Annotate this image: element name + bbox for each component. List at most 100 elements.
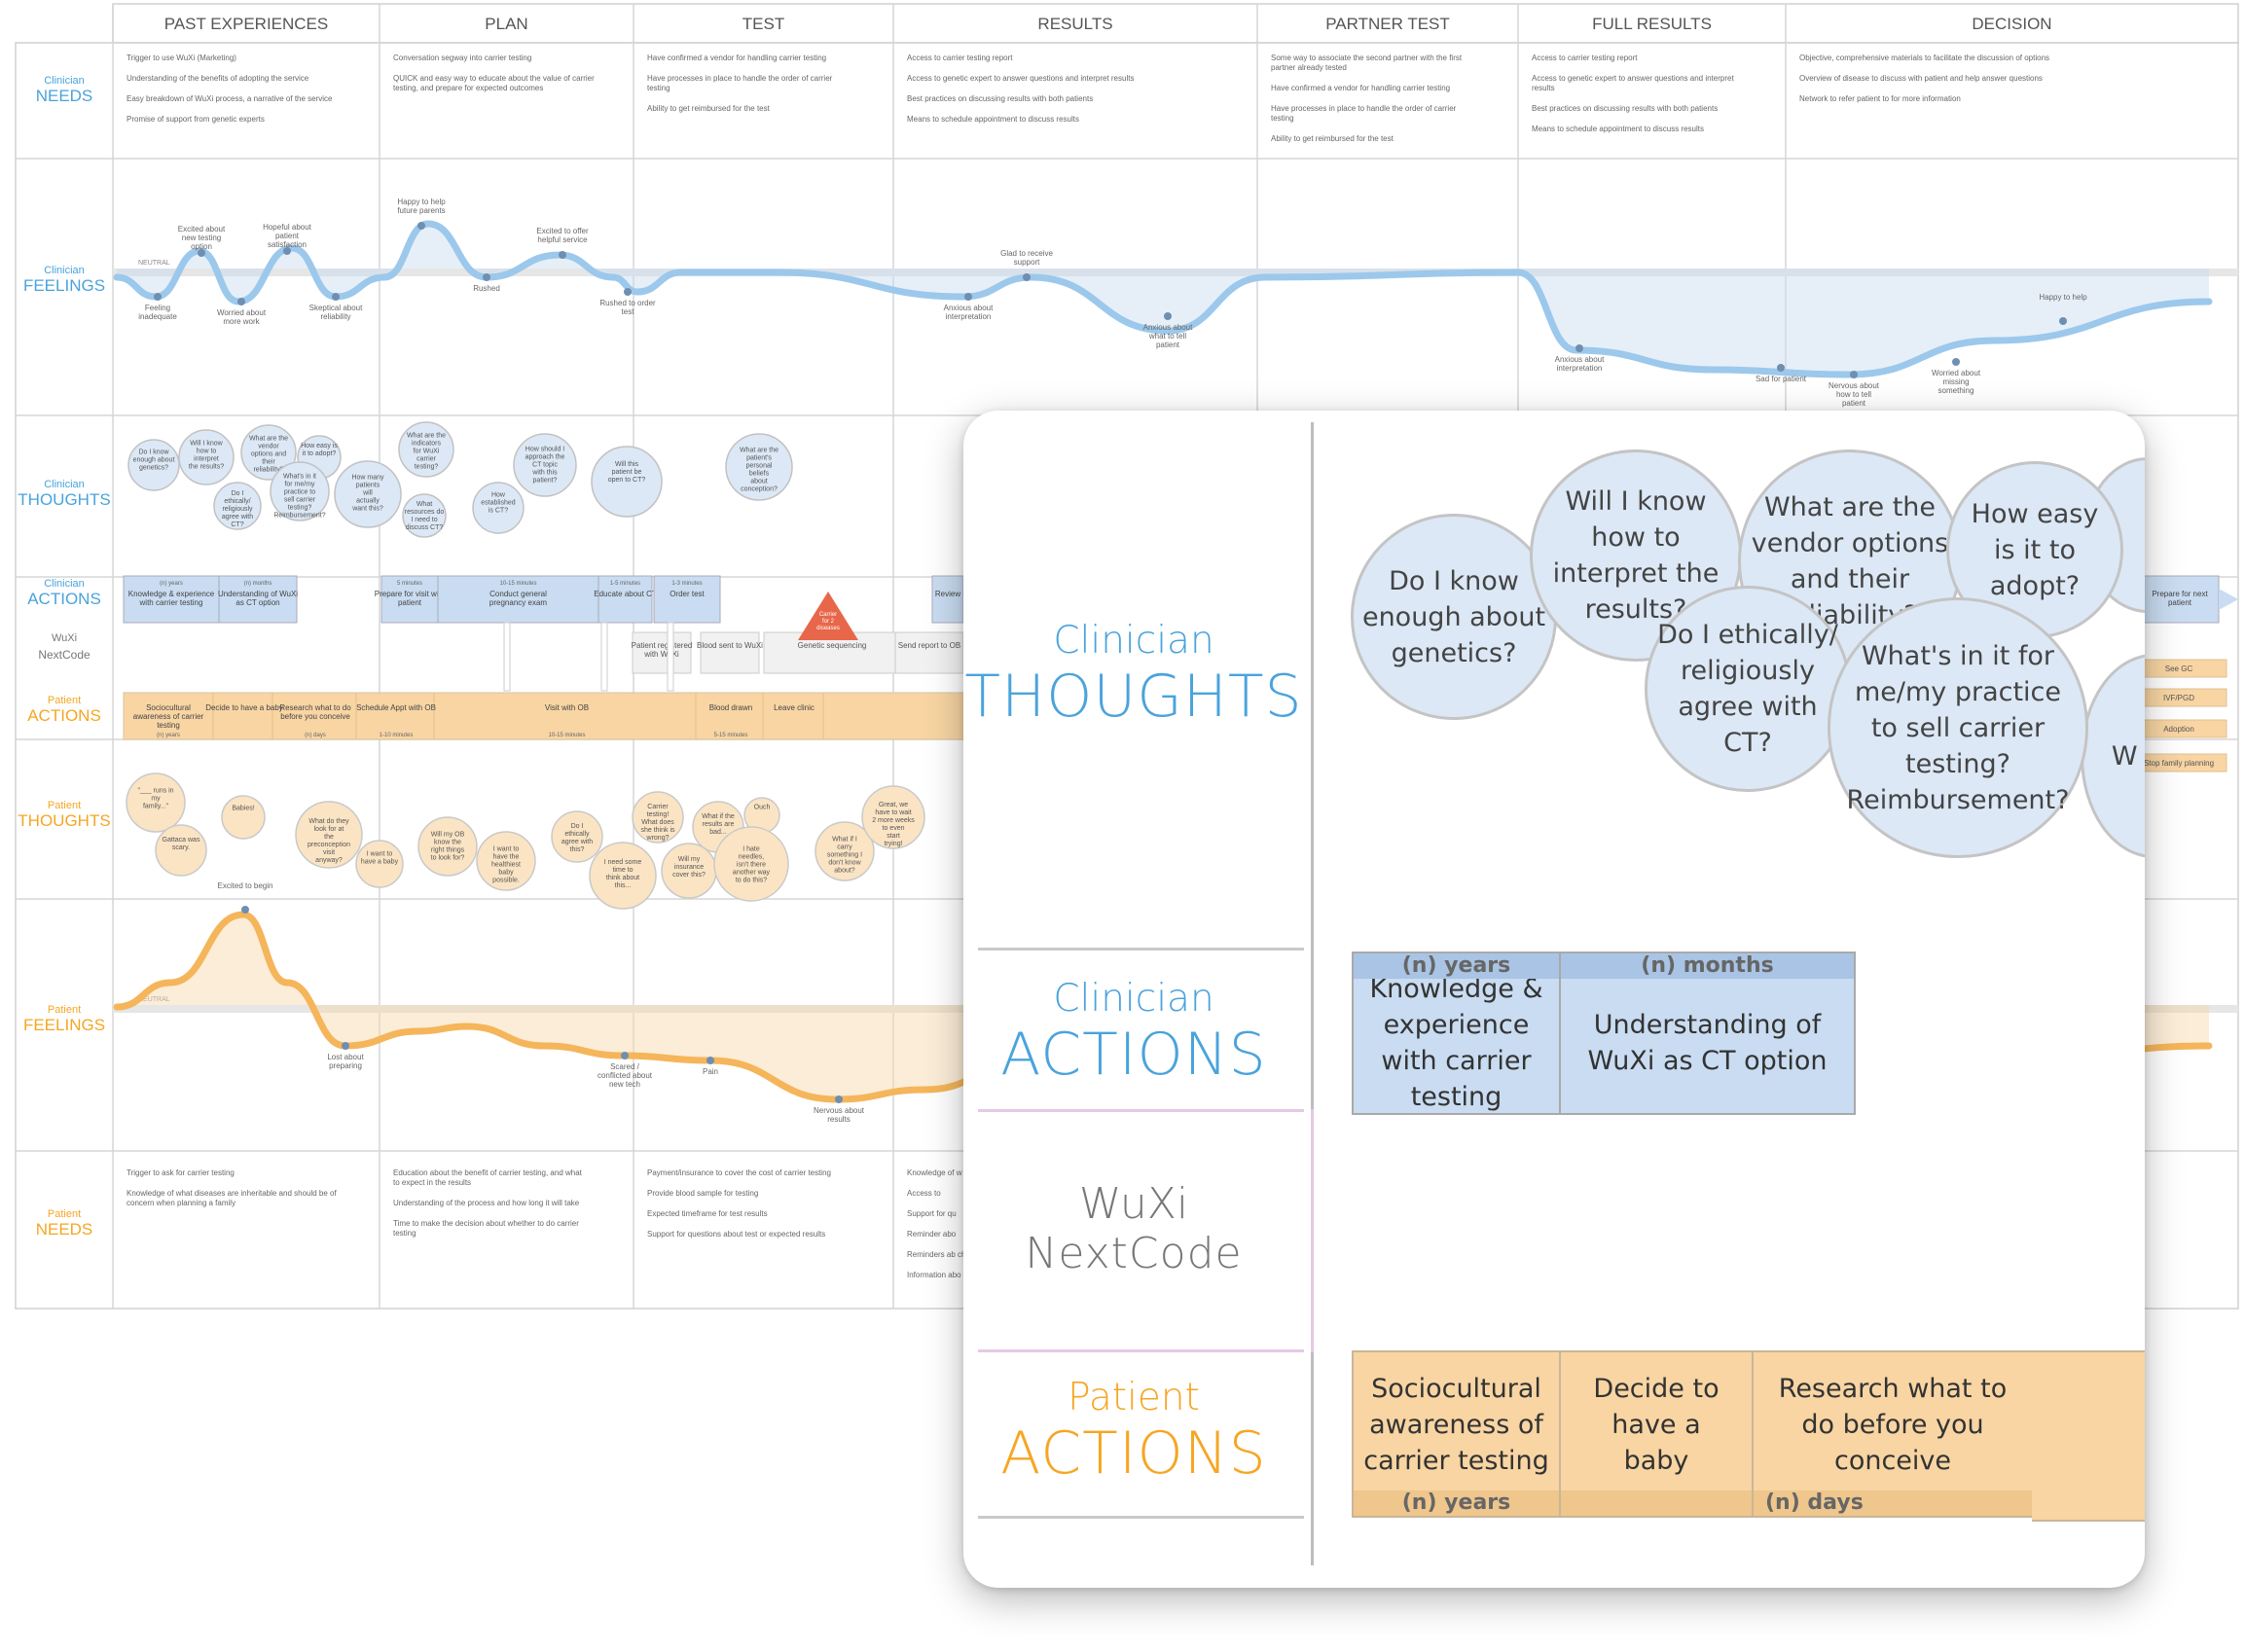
label-line: I hate — [742, 846, 760, 853]
row-label-big: FEELINGS — [23, 1016, 105, 1034]
label-line: before you conceive — [280, 712, 350, 721]
feeling-point — [1164, 312, 1172, 320]
label-line: enough about — [133, 456, 175, 463]
label-line: future parents — [397, 206, 445, 215]
mini-action-text: Educate about CT — [594, 590, 657, 598]
mini-action-text: Knowledge & experience with carrier testi… — [128, 590, 215, 607]
label-line: pregnancy exam — [489, 598, 547, 607]
label-line: Carrier — [819, 612, 837, 618]
label-line: Understanding of the process and how lon… — [393, 1199, 580, 1207]
need-item: Provide blood sample for testing — [647, 1189, 758, 1198]
neutral-label: NEUTRAL — [138, 260, 170, 267]
label-line: support — [1014, 258, 1040, 267]
label-line: resources do — [405, 509, 445, 516]
label-line: partner already tested — [1271, 63, 1347, 72]
label-line: 2 more weeks — [872, 817, 915, 824]
label-line: possible. — [492, 878, 520, 884]
duration-tag: (n) days — [1754, 1490, 2032, 1516]
label-line: Leave clinic — [774, 703, 815, 712]
feeling-point — [706, 1057, 714, 1064]
label-line: Objective, comprehensive materials to fa… — [1799, 54, 2049, 62]
row-divider — [978, 948, 1304, 951]
label-line: inadequate — [138, 312, 177, 321]
label-line: Have confirmed a vendor for handling car… — [647, 54, 826, 62]
label-line: practice to — [284, 489, 315, 496]
label-line: Knowledge of w — [907, 1168, 962, 1177]
mini-action-tag: 1-10 minutes — [380, 733, 414, 738]
label-line: Anxious about — [1555, 355, 1605, 364]
row-label-big: NextCode — [38, 648, 91, 662]
label-line: options and — [251, 450, 286, 457]
label-line: Order test — [670, 590, 705, 598]
label-line: Promise of support from genetic experts — [127, 115, 265, 124]
action-label: Understanding of WuXi as CT option — [1587, 1010, 1828, 1076]
row-label-small: Clinician — [44, 265, 85, 276]
action-label: Knowledge & experience with carrier test… — [1369, 974, 1543, 1112]
label-line: interpretation — [946, 312, 992, 321]
label-line: open to CT? — [608, 477, 646, 484]
label-line: Anxious about — [1143, 323, 1193, 332]
label-line: Patient registered — [632, 641, 693, 650]
label-line: it to adopt? — [303, 450, 337, 457]
row-label-big: THOUGHTS — [18, 490, 110, 509]
label-line: Glad to receive — [1000, 249, 1053, 258]
connector — [667, 622, 674, 692]
label-line: baby — [498, 870, 514, 877]
label-line: Understanding of the benefits of adoptin… — [127, 74, 309, 83]
need-item: Payment/insurance to cover the cost of c… — [647, 1168, 831, 1177]
label-line: more work — [223, 317, 260, 326]
feeling-label: Anxious about interpretation — [1555, 355, 1605, 373]
label-line: Hopeful about — [263, 223, 312, 232]
label-small: WuXi — [1078, 1179, 1189, 1229]
label-line: new tech — [609, 1080, 640, 1089]
label-line: isn't there — [737, 862, 766, 869]
label-line: Have processes in place to handle the or… — [647, 74, 833, 83]
label-line: concern when planning a family — [127, 1199, 235, 1207]
row-label-small: Clinician — [44, 578, 85, 590]
label-line: something — [1938, 386, 1974, 395]
label-line: look for at — [314, 826, 344, 833]
mini-action-text: Visit with OB — [545, 703, 589, 712]
feeling-point — [964, 293, 972, 301]
label-line: ethically — [564, 831, 590, 838]
patient-action-cell: Research what to do before you conceive … — [1752, 1350, 2034, 1518]
zoom-detail-card: Clinician THOUGHTS Clinician ACTIONS WuX… — [963, 411, 2145, 1588]
label-line: reliability — [320, 312, 350, 321]
label-line: Decide to have a baby — [205, 703, 283, 712]
label-line: trying! — [884, 841, 902, 847]
label-line: this... — [615, 882, 632, 889]
label-line: conflicted about — [597, 1071, 653, 1080]
label-line: Genetic sequencing — [798, 641, 867, 650]
feeling-point — [835, 1095, 843, 1103]
feeling-point — [417, 222, 425, 230]
row-label-big: FEELINGS — [23, 276, 105, 295]
label-line: time to — [612, 867, 633, 874]
label-line: what to tell — [1148, 332, 1186, 341]
stage-header: PARTNER TEST — [1325, 15, 1450, 33]
label-line: Overview of disease to discuss with pati… — [1799, 74, 2043, 83]
vertical-divider — [1311, 422, 1314, 1565]
feeling-label: Worried about more work — [217, 308, 267, 326]
row-label-small: Patient — [48, 1208, 81, 1220]
label-line: Conduct general — [489, 590, 547, 598]
label-line: What does — [641, 819, 674, 826]
label-line: Access to — [907, 1189, 941, 1198]
label-line: ethically/ — [224, 498, 250, 505]
need-item: Access to carrier testing report — [1532, 54, 1638, 62]
label-line: How easy is — [301, 443, 338, 449]
mini-action-text: Conduct general pregnancy exam — [489, 590, 547, 607]
side-tag-text: See GC — [2165, 664, 2193, 673]
label-line: Happy to help — [2039, 293, 2087, 302]
label-line: will — [362, 490, 373, 497]
feeling-point — [1850, 371, 1858, 378]
mini-action-tag: (n) years — [160, 581, 183, 587]
row-divider — [978, 1349, 1304, 1352]
label-line: wrong? — [646, 835, 670, 842]
thought-bubble: Do I know enough about genetics? — [1351, 514, 1557, 720]
label-line: Lost about — [327, 1053, 364, 1061]
label-line: test — [622, 307, 635, 316]
label-line: Trigger to ask for carrier testing — [127, 1168, 235, 1177]
label-line: Time to make the decision about whether … — [393, 1219, 579, 1228]
need-item: Support for qu — [907, 1209, 957, 1218]
feeling-point — [1575, 344, 1583, 352]
